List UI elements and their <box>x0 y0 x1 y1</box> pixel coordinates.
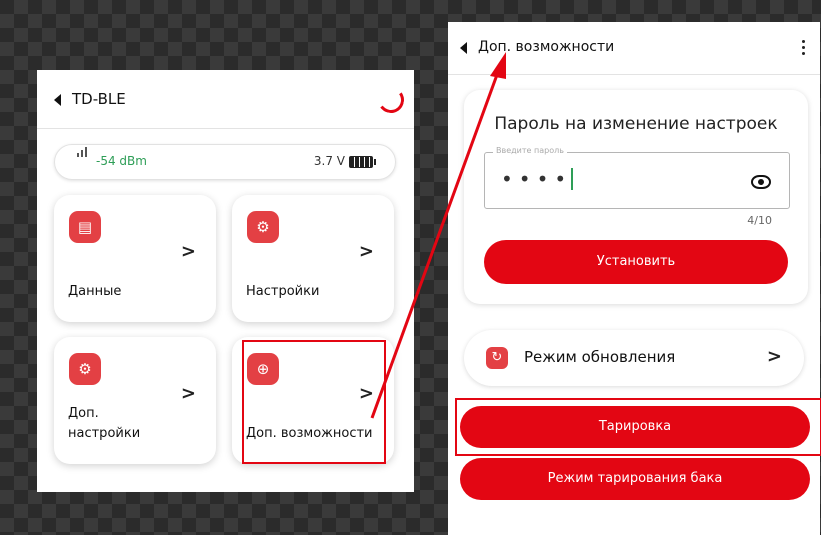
annotation-arrow <box>370 52 506 419</box>
